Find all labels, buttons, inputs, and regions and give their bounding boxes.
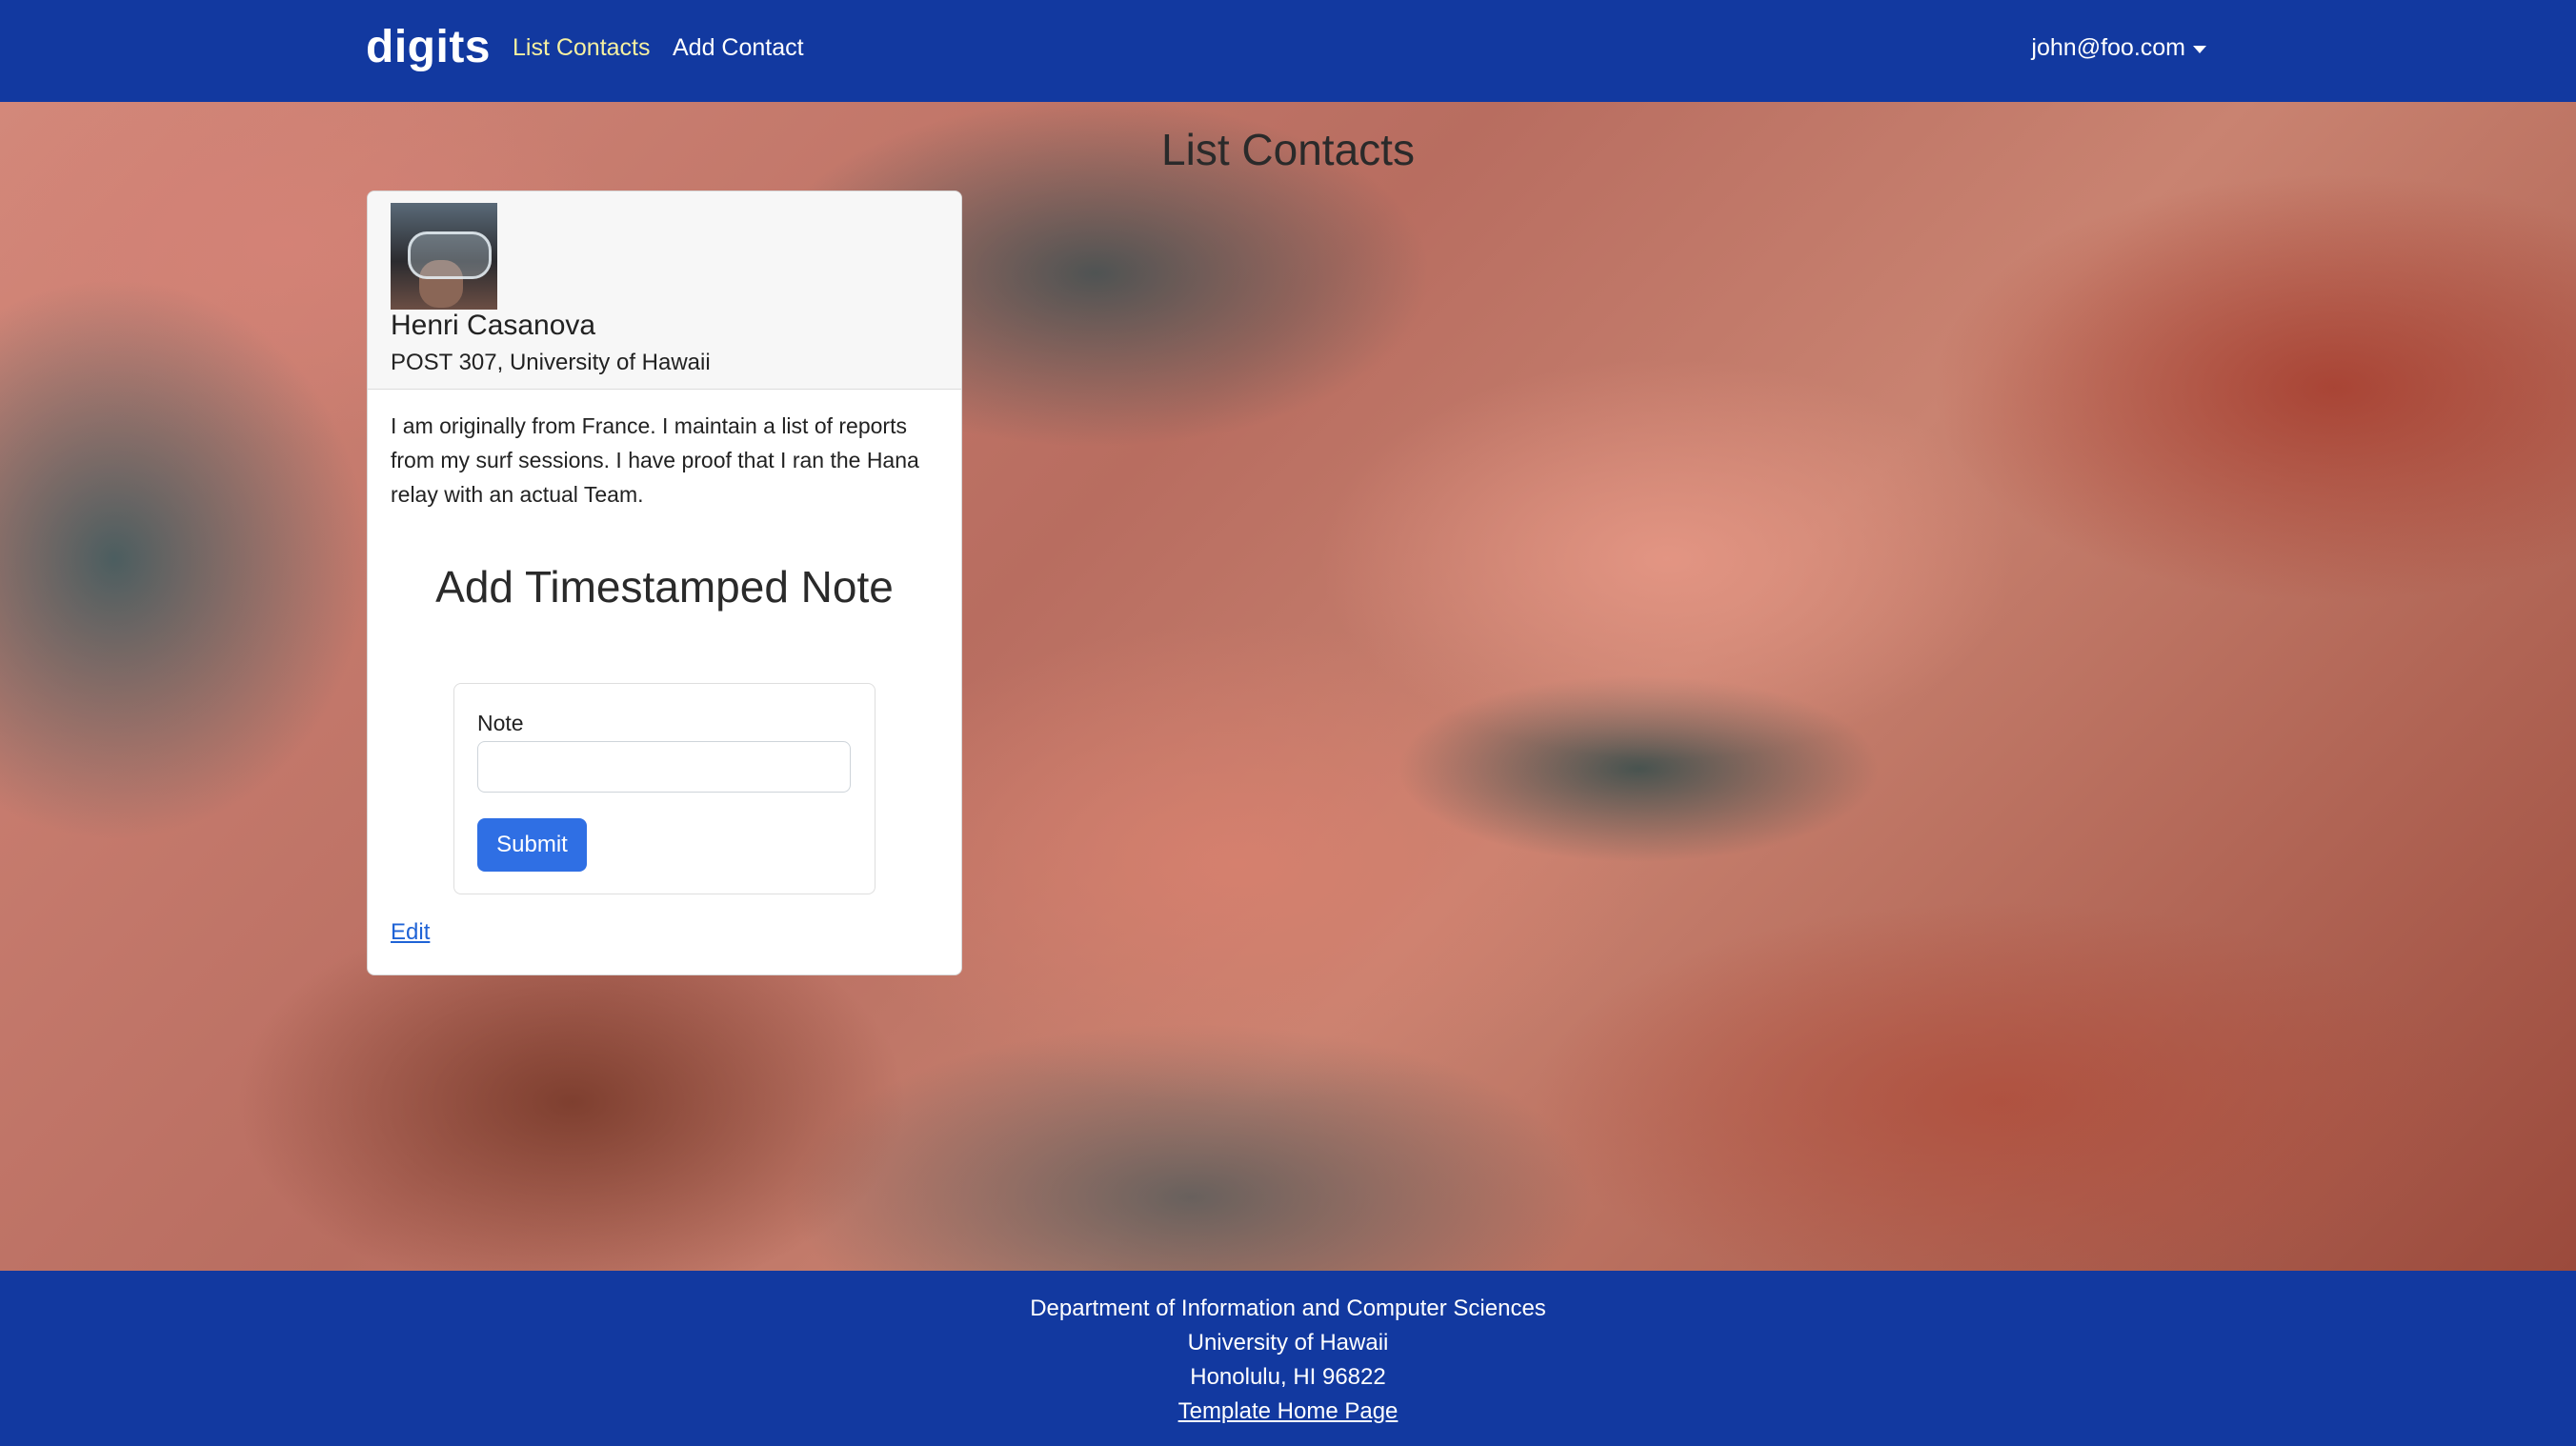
note-input[interactable] xyxy=(477,741,851,793)
contact-name: Henri Casanova xyxy=(391,310,596,341)
nav-list-contacts[interactable]: List Contacts xyxy=(513,34,651,62)
footer-university: University of Hawaii xyxy=(1187,1330,1389,1356)
page-title: List Contacts xyxy=(1161,125,1415,174)
contact-card: Henri Casanova POST 307, University of H… xyxy=(367,191,962,975)
footer: Department of Information and Computer S… xyxy=(0,1271,2576,1446)
submit-button[interactable]: Submit xyxy=(477,818,587,872)
caret-down-icon xyxy=(2193,45,2206,53)
background: List Contacts Henri Casanova POST 307, U… xyxy=(0,102,2576,1271)
avatar xyxy=(391,203,497,310)
footer-address: Honolulu, HI 96822 xyxy=(1190,1364,1386,1390)
navbar: digits List Contacts Add Contact john@fo… xyxy=(0,0,2576,102)
footer-department: Department of Information and Computer S… xyxy=(1030,1295,1546,1321)
note-form: Note Submit xyxy=(453,683,875,894)
template-home-link[interactable]: Template Home Page xyxy=(1178,1398,1399,1424)
user-email: john@foo.com xyxy=(2031,34,2185,61)
user-dropdown[interactable]: john@foo.com xyxy=(2031,34,2206,62)
brand-logo[interactable]: digits xyxy=(366,21,491,73)
contact-description: I am originally from France. I maintain … xyxy=(391,413,919,507)
contact-address: POST 307, University of Hawaii xyxy=(391,350,711,375)
edit-link[interactable]: Edit xyxy=(391,919,430,946)
note-label: Note xyxy=(477,711,524,735)
card-header: Henri Casanova POST 307, University of H… xyxy=(368,191,961,390)
avatar-mask xyxy=(408,231,492,279)
nav-add-contact[interactable]: Add Contact xyxy=(673,34,804,62)
note-form-title: Add Timestamped Note xyxy=(435,562,894,612)
